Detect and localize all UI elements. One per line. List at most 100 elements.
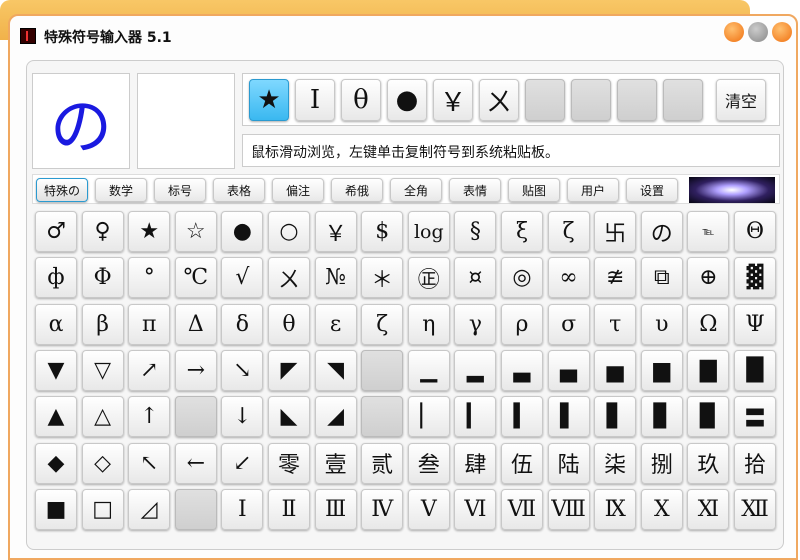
maximize-button[interactable] [748,22,768,42]
symbol-button[interactable]: ◆ [35,442,77,484]
symbol-button[interactable]: Ⅻ [734,488,776,530]
symbol-button[interactable]: ▆ [640,349,683,391]
category-tab[interactable]: 表情 [449,178,501,202]
symbol-button[interactable]: Ⅴ [407,488,450,530]
symbol-button[interactable]: ▎ [454,396,497,438]
symbol-button[interactable]: ㊣ [407,257,450,299]
symbol-button[interactable]: ζ [547,211,590,252]
symbol-button[interactable]: θ [268,303,310,345]
symbol-button[interactable]: ℃ [174,257,217,299]
symbol-button[interactable]: ◿ [128,488,171,530]
symbol-button[interactable]: ● [221,211,264,252]
clear-button[interactable]: 清空 [716,79,766,121]
symbol-button[interactable]: ¤ [454,257,497,299]
symbol-button[interactable] [361,396,404,438]
symbol-button[interactable]: ◤ [268,349,310,391]
category-tab[interactable]: 表格 [213,178,265,202]
symbol-button[interactable]: Ⅷ [547,488,590,530]
symbol-button[interactable]: ▋ [594,396,637,438]
symbol-button[interactable]: ρ [501,303,543,345]
symbol-button[interactable]: 陆 [547,442,590,484]
symbol-button[interactable]: Ⅹ [640,488,683,530]
recent-symbol-button[interactable] [617,79,657,121]
symbol-button[interactable]: Ω [687,303,730,345]
symbol-button[interactable]: № [314,257,357,299]
symbol-button[interactable]: → [174,349,217,391]
symbol-button[interactable]: 伍 [501,442,543,484]
symbol-button[interactable]: ▁ [407,349,450,391]
symbol-button[interactable]: ★ [128,211,171,252]
symbol-button[interactable]: ↘ [221,349,264,391]
symbol-button[interactable]: 柒 [594,442,637,484]
symbol-button[interactable]: ▇ [687,349,730,391]
symbol-button[interactable]: 叁 [407,442,450,484]
symbol-button[interactable]: Ⅺ [687,488,730,530]
symbol-button[interactable]: ▃ [501,349,543,391]
symbol-button[interactable]: $ [361,211,404,252]
recent-symbol-button[interactable]: ㄨ [479,79,519,121]
symbol-button[interactable]: ▽ [81,349,124,391]
symbol-button[interactable]: ф [35,257,77,299]
symbol-button[interactable]: ← [174,442,217,484]
symbol-button[interactable]: 拾 [734,442,776,484]
symbol-button[interactable]: Ψ [734,303,776,345]
symbol-button[interactable]: ▅ [594,349,637,391]
symbol-button[interactable]: △ [81,396,124,438]
symbol-button[interactable]: ▍ [501,396,543,438]
symbol-button[interactable]: ♂ [35,211,77,252]
symbol-button[interactable]: ◢ [314,396,357,438]
symbol-button[interactable]: Δ [174,303,217,345]
symbol-button[interactable]: ↑ [128,396,171,438]
symbol-button[interactable]: ℡ [687,211,730,252]
symbol-button[interactable]: ▂ [454,349,497,391]
symbol-button[interactable]: ○ [268,211,310,252]
symbol-button[interactable]: α [35,303,77,345]
symbol-button[interactable]: Ⅸ [594,488,637,530]
symbol-button[interactable]: ▉ [687,396,730,438]
symbol-button[interactable]: ↗ [128,349,171,391]
symbol-button[interactable]: √ [221,257,264,299]
recent-symbol-button[interactable] [525,79,565,121]
category-tab[interactable]: 数学 [95,178,147,202]
symbol-button[interactable]: Ⅲ [314,488,357,530]
symbol-button[interactable]: § [454,211,497,252]
symbol-button[interactable]: ζ [361,303,404,345]
symbol-button[interactable]: Ⅰ [221,488,264,530]
symbol-button[interactable]: Θ [734,211,776,252]
close-button[interactable] [772,22,792,42]
symbol-button[interactable]: δ [221,303,264,345]
symbol-button[interactable] [174,396,217,438]
symbol-button[interactable]: ☆ [174,211,217,252]
symbol-button[interactable]: ＊ [361,257,404,299]
symbol-button[interactable]: ￥ [314,211,357,252]
symbol-button[interactable]: 零 [268,442,310,484]
recent-symbol-button[interactable]: ● [387,79,427,121]
symbol-button[interactable]: 壹 [314,442,357,484]
symbol-button[interactable]: υ [640,303,683,345]
category-tab[interactable]: 希俄 [331,178,383,202]
symbol-button[interactable]: の [640,211,683,252]
symbol-button[interactable]: ▊ [640,396,683,438]
category-tab[interactable]: 偏注 [272,178,324,202]
category-tab[interactable]: 标号 [154,178,206,202]
symbol-button[interactable]: 玖 [687,442,730,484]
symbol-button[interactable]: ∞ [547,257,590,299]
symbol-button[interactable]: Ⅱ [268,488,310,530]
symbol-button[interactable]: ⊕ [687,257,730,299]
symbol-button[interactable]: ⧉ [640,257,683,299]
symbol-button[interactable]: Ⅵ [454,488,497,530]
symbol-button[interactable]: log [407,211,450,252]
symbol-button[interactable]: 〓 [734,396,776,438]
category-tab[interactable]: 全角 [390,178,442,202]
category-tab[interactable]: 设置 [626,178,678,202]
symbol-button[interactable]: ◇ [81,442,124,484]
symbol-button[interactable]: ▏ [407,396,450,438]
recent-symbol-button[interactable] [571,79,611,121]
symbol-button[interactable]: ξ [501,211,543,252]
symbol-button[interactable]: █ [734,349,776,391]
symbol-button[interactable] [361,349,404,391]
symbol-button[interactable]: Ⅶ [501,488,543,530]
symbol-button[interactable]: ◎ [501,257,543,299]
symbol-button[interactable]: π [128,303,171,345]
recent-symbol-button[interactable]: Ⅰ [295,79,335,121]
